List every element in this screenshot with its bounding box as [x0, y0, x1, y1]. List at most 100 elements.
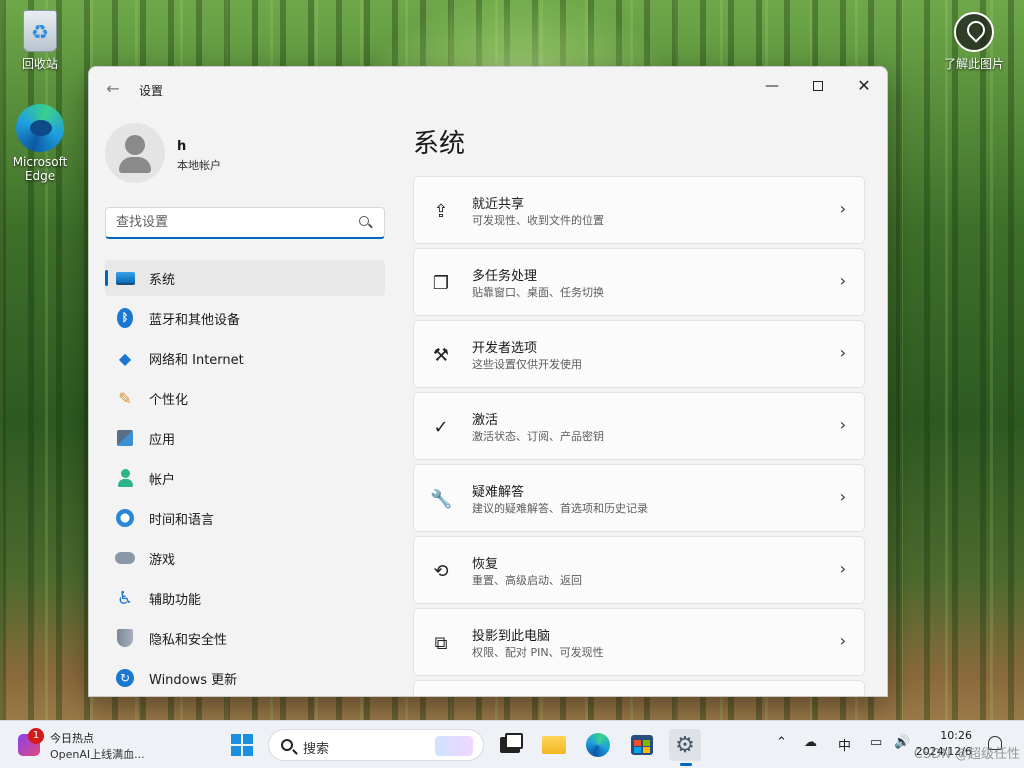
taskbar-search[interactable]: 搜索	[268, 729, 484, 761]
network-icon[interactable]: ▭	[870, 735, 882, 750]
page-title: 系统	[413, 129, 466, 159]
recycle-bin-icon	[23, 10, 57, 52]
nav-item-accounts[interactable]: 帐户	[105, 460, 385, 496]
card-subtitle: 权限、配对 PIN、可发现性	[472, 646, 604, 659]
card-subtitle: 可发现性、收到文件的位置	[472, 214, 604, 227]
card-subtitle: 这些设置仅供开发使用	[472, 358, 582, 371]
card-title: 多任务处理	[472, 269, 538, 284]
nav-item-privacy[interactable]: 隐私和安全性	[105, 620, 385, 656]
card-troubleshoot[interactable]: 🔧 疑难解答 建议的疑难解答、首选项和历史记录 ›	[413, 464, 865, 532]
card-title: 就近共享	[472, 197, 525, 212]
ime-indicator[interactable]: 中	[838, 735, 851, 754]
nav-item-time-language[interactable]: 时间和语言	[105, 500, 385, 536]
learn-about-picture-icon	[954, 12, 994, 52]
nav-item-label: 个性化	[149, 392, 189, 408]
maximize-button[interactable]	[795, 71, 841, 101]
card-project-to-pc[interactable]: ⧉ 投影到此电脑 权限、配对 PIN、可发现性 ›	[413, 608, 865, 676]
nav-item-label: 系统	[149, 272, 176, 288]
settings-taskbar-button[interactable]: ⚙	[669, 729, 701, 766]
apps-icon	[115, 428, 135, 448]
start-button[interactable]	[226, 729, 258, 761]
desktop-icon-label: 了解此图片	[943, 57, 1004, 71]
back-arrow-icon[interactable]: ←	[103, 79, 123, 99]
nav-item-gaming[interactable]: 游戏	[105, 540, 385, 576]
card-title: 投影到此电脑	[472, 629, 551, 644]
edge-taskbar-button[interactable]	[582, 729, 614, 761]
clock-time: 10:26	[940, 729, 972, 742]
onedrive-icon[interactable]: ☁	[804, 735, 817, 750]
avatar	[105, 123, 165, 183]
nav-item-label: 应用	[149, 432, 176, 448]
nav-item-system[interactable]: 系统	[105, 260, 385, 296]
desktop-icon-edge[interactable]: Microsoft Edge	[2, 104, 78, 183]
time-language-icon	[115, 508, 135, 528]
settings-search-input[interactable]	[105, 207, 385, 239]
chevron-right-icon: ›	[839, 631, 846, 650]
nav-item-label: 游戏	[149, 552, 176, 568]
share-icon: ⇪	[433, 201, 449, 222]
volume-icon[interactable]: 🔊	[894, 735, 910, 750]
user-profile[interactable]: h 本地帐户	[105, 123, 385, 183]
maximize-icon	[813, 81, 823, 91]
chevron-up-icon[interactable]: ⌃	[776, 735, 787, 750]
shield-icon	[115, 628, 135, 648]
search-icon	[359, 216, 369, 226]
gamepad-icon	[115, 548, 135, 568]
task-view-button[interactable]	[494, 729, 526, 761]
card-subtitle: 贴靠窗口、桌面、任务切换	[472, 286, 604, 299]
update-icon: ↻	[115, 668, 135, 688]
nav-item-personalization[interactable]: ✎ 个性化	[105, 380, 385, 416]
folder-icon	[542, 736, 566, 754]
card-title: 疑难解答	[472, 485, 525, 500]
card-subtitle: 激活状态、订阅、产品密钥	[472, 430, 604, 443]
nav-item-label: Windows 更新	[149, 672, 238, 688]
card-nearby-sharing[interactable]: ⇪ 就近共享 可发现性、收到文件的位置 ›	[413, 176, 865, 244]
taskbar: 1 今日热点 OpenAI上线满血... 搜索 ⚙ ⌃ ☁ 中 ▭ 🔊 10:2…	[0, 720, 1024, 768]
account-type: 本地帐户	[177, 159, 221, 172]
card-multitasking[interactable]: ❐ 多任务处理 贴靠窗口、桌面、任务切换 ›	[413, 248, 865, 316]
chevron-right-icon: ›	[839, 271, 846, 290]
nav-item-label: 网络和 Internet	[149, 352, 244, 368]
desktop-icon-learn-picture[interactable]: 了解此图片	[932, 12, 1016, 72]
gear-icon: ⚙	[675, 732, 695, 758]
nav-item-windows-update[interactable]: ↻ Windows 更新	[105, 660, 385, 696]
close-button[interactable]: ✕	[841, 71, 887, 101]
card-recovery[interactable]: ⟲ 恢复 重置、高级启动、返回 ›	[413, 536, 865, 604]
brush-icon: ✎	[118, 388, 132, 408]
card-partial[interactable]	[413, 680, 865, 696]
card-developer-options[interactable]: ⚒ 开发者选项 这些设置仅供开发使用 ›	[413, 320, 865, 388]
taskbar-search-label: 搜索	[303, 742, 330, 757]
nav-item-label: 隐私和安全性	[149, 632, 228, 648]
nav-item-network[interactable]: ◆ 网络和 Internet	[105, 340, 385, 376]
settings-window: ← 设置 — ✕ h 本地帐户 系统 ᛒ 蓝牙和其他设备 ◆ 网络和 Inter…	[88, 66, 888, 697]
nav-item-bluetooth[interactable]: ᛒ 蓝牙和其他设备	[105, 300, 385, 336]
card-title: 激活	[472, 413, 499, 428]
card-title: 恢复	[472, 557, 499, 572]
settings-cards: ⇪ 就近共享 可发现性、收到文件的位置 › ❐ 多任务处理 贴靠窗口、桌面、任务…	[413, 176, 865, 696]
store-button[interactable]	[626, 729, 658, 761]
windows-logo-icon	[231, 734, 253, 756]
watermark: CSDN @超级任性	[913, 747, 1020, 762]
card-activation[interactable]: ✓ 激活 激活状态、订阅、产品密钥 ›	[413, 392, 865, 460]
developer-tools-icon: ⚒	[432, 345, 450, 366]
desktop-icon-recycle-bin[interactable]: 回收站	[2, 10, 78, 72]
card-subtitle: 重置、高级启动、返回	[472, 574, 582, 587]
project-icon: ⧉	[434, 633, 448, 654]
account-icon	[115, 468, 135, 488]
nav-item-label: 蓝牙和其他设备	[149, 312, 241, 328]
file-explorer-button[interactable]	[538, 729, 570, 761]
nav-item-apps[interactable]: 应用	[105, 420, 385, 456]
search-highlight-icon	[435, 736, 473, 756]
desktop-icon-label: Microsoft Edge	[12, 155, 68, 183]
task-view-icon	[500, 733, 523, 753]
accessibility-icon: ♿	[116, 587, 134, 609]
chevron-right-icon: ›	[839, 343, 846, 362]
nav-item-accessibility[interactable]: ♿ 辅助功能	[105, 580, 385, 616]
news-widget[interactable]: 1 今日热点 OpenAI上线满血...	[16, 728, 186, 762]
title-bar[interactable]: ← 设置 — ✕	[89, 67, 887, 111]
edge-icon	[16, 104, 64, 152]
news-title: 今日热点	[50, 732, 94, 745]
user-name: h	[177, 139, 187, 154]
minimize-button[interactable]: —	[749, 71, 795, 101]
search-icon	[281, 739, 293, 751]
